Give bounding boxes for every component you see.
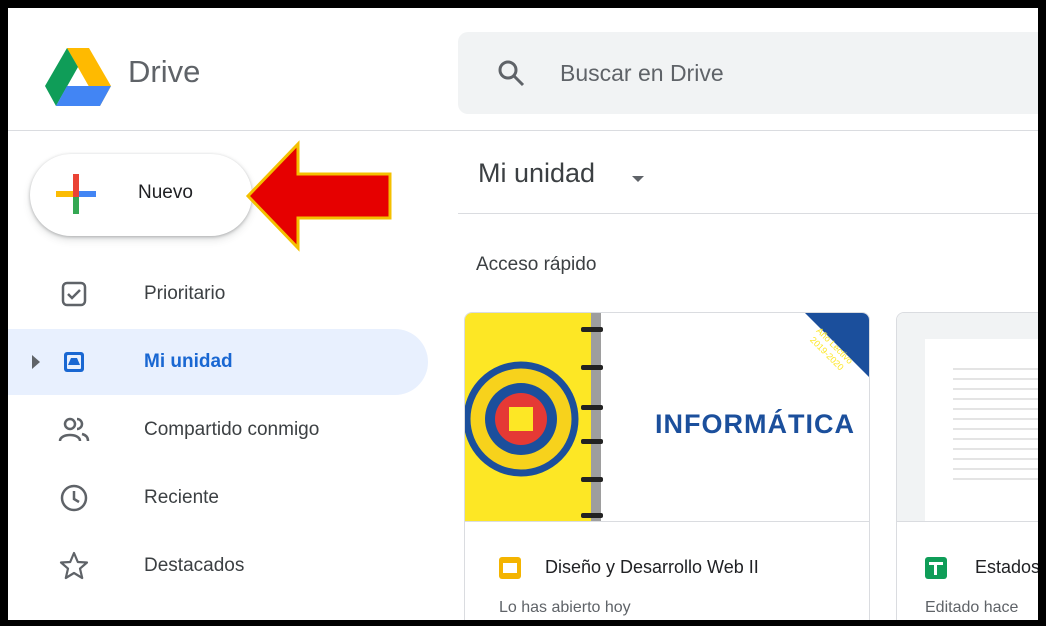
new-button[interactable]: Nuevo — [30, 154, 252, 236]
chevron-down-icon[interactable] — [632, 176, 644, 182]
search-bar[interactable]: Buscar en Drive — [458, 32, 1038, 114]
header: Drive Buscar en Drive — [8, 8, 1038, 131]
file-name: Estados — [975, 557, 1038, 577]
sidebar-item-label: Reciente — [144, 487, 219, 508]
file-subtitle: Editado hace — [925, 599, 1019, 616]
search-icon[interactable] — [496, 58, 526, 88]
sidebar-item-label: Destacados — [144, 555, 245, 576]
cover-title-text: INFORMÁTICA — [655, 409, 855, 439]
shared-people-icon — [58, 417, 90, 442]
page-title[interactable]: Mi unidad — [478, 158, 595, 189]
sidebar-item-destacados[interactable]: Destacados — [8, 533, 428, 599]
file-thumbnail — [897, 313, 1038, 522]
drive-window: Drive Buscar en Drive Nuevo Prioritario — [8, 8, 1038, 620]
clock-icon — [60, 484, 88, 512]
sidebar-item-mi-unidad[interactable]: Mi unidad — [8, 329, 428, 395]
sidebar-item-prioritario[interactable]: Prioritario — [8, 261, 428, 327]
quick-access-card[interactable]: INFORMÁTICA Año Lectivo 2019-2020 Diseño… — [464, 312, 870, 620]
priority-check-icon — [61, 281, 87, 307]
quick-access-heading: Acceso rápido — [476, 254, 597, 275]
search-input[interactable]: Buscar en Drive — [560, 60, 724, 87]
quick-access-card[interactable]: Estados Editado hace — [896, 312, 1038, 620]
plus-icon — [56, 174, 96, 214]
sidebar-item-label: Mi unidad — [144, 351, 233, 372]
red-arrow-annotation — [245, 140, 392, 252]
new-button-label: Nuevo — [138, 182, 193, 203]
drive-logo-icon[interactable] — [45, 48, 111, 106]
star-icon — [59, 551, 89, 580]
header-divider — [458, 213, 1038, 214]
sheets-file-icon — [925, 557, 947, 579]
file-name: Diseño y Desarrollo Web II — [545, 557, 759, 577]
spreadsheet-preview-image — [925, 339, 1038, 521]
file-subtitle: Lo has abierto hoy — [499, 599, 631, 616]
sidebar-item-label: Compartido conmigo — [144, 419, 320, 440]
expand-caret-icon[interactable] — [32, 355, 40, 369]
file-thumbnail: INFORMÁTICA Año Lectivo 2019-2020 — [465, 313, 869, 522]
slides-file-icon — [499, 557, 521, 579]
my-drive-icon — [64, 352, 84, 372]
sidebar-item-label: Prioritario — [144, 283, 226, 304]
sidebar-item-compartido[interactable]: Compartido conmigo — [8, 397, 428, 463]
app-name: Drive — [128, 54, 201, 89]
sidebar-item-reciente[interactable]: Reciente — [8, 465, 428, 531]
